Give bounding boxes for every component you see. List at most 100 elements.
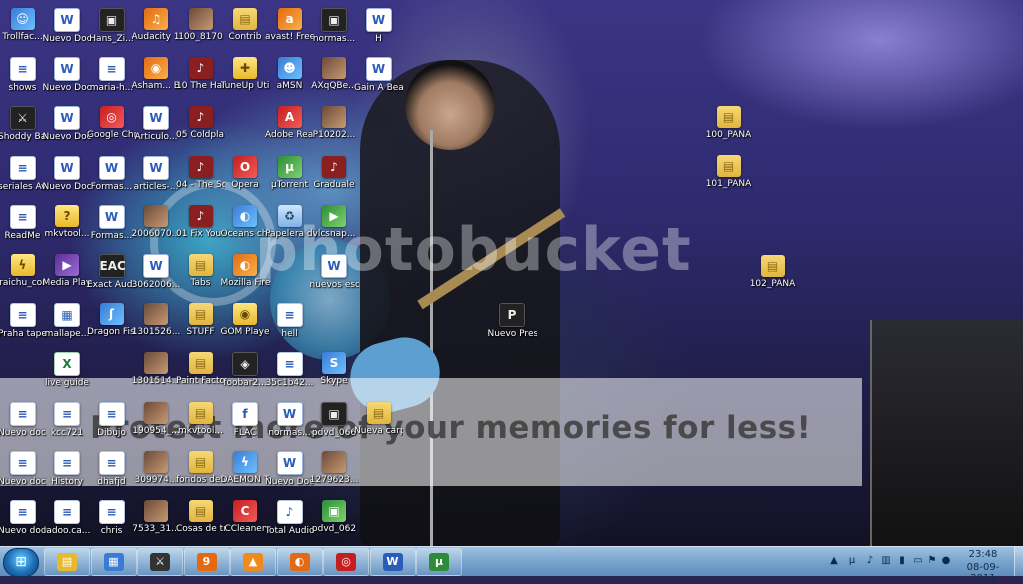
desktop-icon[interactable]: ≡ maria-h...: [87, 53, 136, 101]
desktop-icon[interactable]: AXqQBe...: [310, 53, 359, 101]
desktop-icon[interactable]: ☺ Trollfac...: [0, 4, 47, 52]
clipboard-icon[interactable]: ▥: [880, 555, 892, 567]
taskbar-chrome-button[interactable]: ◎: [323, 548, 369, 576]
desktop-icon[interactable]: ◎Google Chrome: [87, 102, 136, 150]
desktop-icon[interactable]: Wnormas...: [265, 398, 314, 446]
desktop-icon[interactable]: Warticles-...: [132, 152, 181, 200]
desktop-icon[interactable]: ≡ dhafjd: [87, 447, 136, 495]
volume-icon[interactable]: ♪: [864, 555, 876, 567]
desktop-icon[interactable]: 1301514...: [132, 348, 181, 396]
desktop-icon[interactable]: W Formas...: [87, 201, 136, 249]
desktop-folder-icon[interactable]: ▤ 100_PANA: [704, 102, 753, 150]
desktop-icon[interactable]: ▤ STUFF: [176, 299, 225, 347]
action-center-icon[interactable]: ⚑: [926, 555, 938, 567]
desktop-icon[interactable]: ♫ Audacity 1.3 Beta...: [132, 4, 181, 52]
desktop-icon[interactable]: ≡Praha tapers: [0, 299, 47, 347]
desktop-icon[interactable]: 2006070... Discurso...: [132, 201, 181, 249]
desktop-icon[interactable]: ≡seriales Avast: [0, 152, 47, 200]
desktop-icon[interactable]: ▤Nueva carpeta: [354, 398, 403, 446]
desktop-icon[interactable]: 1301526...: [132, 299, 181, 347]
desktop-icon[interactable]: 190954_...: [132, 398, 181, 446]
desktop-icon[interactable]: ♪05 Coldpla...: [176, 102, 225, 150]
desktop-icon[interactable]: ≡ Iadoo.ca...: [43, 496, 92, 544]
desktop-icon[interactable]: ▤Paint Factory: [176, 348, 225, 396]
desktop-icon[interactable]: ▤ Cosas de trabajo: [176, 496, 225, 544]
desktop-icon[interactable]: WNuevo Docum...: [43, 53, 92, 101]
taskbar-word-button[interactable]: W: [369, 548, 416, 576]
desktop-icon[interactable]: ☻ aMSN: [265, 53, 314, 101]
desktop-icon[interactable]: ♻Papelera de reci...: [265, 201, 314, 249]
desktop-icon[interactable]: WNuevo Docum...: [265, 447, 314, 495]
desktop-icon[interactable]: PNuevo Presenta...: [488, 299, 537, 347]
desktop-folder-icon[interactable]: ▤ 102_PANA: [748, 251, 797, 299]
desktop-icon[interactable]: W Articulo...: [132, 102, 181, 150]
desktop-icon[interactable]: WGain A Beautif...: [354, 53, 403, 101]
desktop-icon[interactable]: ▣ pdvd_066: [310, 398, 359, 446]
desktop-icon[interactable]: ≡Nuevo docume...: [0, 447, 47, 495]
desktop-icon[interactable]: ≡ History: [43, 447, 92, 495]
desktop-icon[interactable]: ▤fondos de escritorio: [176, 447, 225, 495]
desktop-icon[interactable]: ≡ 35c1b42...: [265, 348, 314, 396]
avast-tray-icon[interactable]: ●: [940, 555, 952, 567]
clock-time[interactable]: 23:48: [956, 549, 1010, 560]
desktop-icon[interactable]: ʃDragon Fist 3 - A...: [87, 299, 136, 347]
desktop-icon[interactable]: WNuevo Docum...: [43, 152, 92, 200]
desktop-icon[interactable]: ▣ normas...: [310, 4, 359, 52]
desktop-icon[interactable]: ≡ Dibujo: [87, 398, 136, 446]
desktop[interactable]: photobucket Protect more of your memorie…: [0, 0, 1023, 546]
start-button[interactable]: ⊞: [3, 548, 39, 577]
desktop-icon[interactable]: ♪ Total Audio C...: [265, 496, 314, 544]
desktop-icon[interactable]: ? mkvtool...: [43, 201, 92, 249]
desktop-icon[interactable]: ≡ shows: [0, 53, 47, 101]
taskbar-explorer-button[interactable]: ▤: [44, 548, 90, 576]
desktop-icon[interactable]: ◐Oceans change...: [221, 201, 270, 249]
desktop-icon[interactable]: W Formas...: [87, 152, 136, 200]
desktop-icon[interactable]: ▶ vlcsnap...: [310, 201, 359, 249]
desktop-icon[interactable]: µ µTorrent: [265, 152, 314, 200]
taskbar-utorrent-button[interactable]: µ: [416, 548, 462, 576]
desktop-icon[interactable]: ▦ mallape...: [43, 299, 92, 347]
desktop-icon[interactable]: f FLAC: [221, 398, 270, 446]
taskbar-app-9-button[interactable]: 9: [183, 548, 230, 576]
desktop-icon[interactable]: WNuevo Docum...: [43, 102, 92, 150]
desktop-icon[interactable]: ▣ pdvd_062: [310, 496, 359, 544]
desktop-icon[interactable]: 100_8170: [176, 4, 225, 52]
desktop-icon[interactable]: ◉Asham... Burning...: [132, 53, 181, 101]
power-icon[interactable]: ▭: [912, 555, 924, 567]
taskbar-vlc-button[interactable]: ▲: [230, 548, 276, 576]
desktop-icon[interactable]: P10202...: [310, 102, 359, 150]
show-desktop-button[interactable]: [1014, 547, 1023, 576]
desktop-icon[interactable]: ◐ Mozilla Firefox: [221, 250, 270, 298]
taskbar-control-panel-button[interactable]: ▦: [90, 548, 137, 576]
desktop-folder-icon[interactable]: ▤ 101_PANA: [704, 151, 753, 199]
desktop-icon[interactable]: ▤ Contrib: [221, 4, 270, 52]
desktop-icon[interactable]: ◉ GOM Player: [221, 299, 270, 347]
desktop-icon[interactable]: EAC Exact Aud...: [87, 250, 136, 298]
desktop-icon[interactable]: ♪ Graduale: [310, 152, 359, 200]
utorrent-tray-icon[interactable]: µ: [846, 555, 858, 567]
desktop-icon[interactable]: ≡ kcc721: [43, 398, 92, 446]
desktop-icon[interactable]: WNuevo Docum...: [43, 4, 92, 52]
desktop-icon[interactable]: ≡Nuevo docume...: [0, 496, 47, 544]
desktop-icon[interactable]: ≡ chris: [87, 496, 136, 544]
show-hidden-icons-icon[interactable]: ▲: [828, 555, 840, 567]
desktop-icon[interactable]: Xlive guide: [43, 348, 92, 396]
desktop-icon[interactable]: ≡ ReadMe: [0, 201, 47, 249]
desktop-icon[interactable]: 7533_31...: [132, 496, 181, 544]
network-icon[interactable]: ▮: [896, 555, 908, 567]
desktop-icon[interactable]: S Skype: [310, 348, 359, 396]
taskbar-firefox-button[interactable]: ◐: [276, 548, 323, 576]
desktop-icon[interactable]: ϟDAEMON Tools Lite: [221, 447, 270, 495]
desktop-icon[interactable]: AAdobe Reader 9: [265, 102, 314, 150]
desktop-icon[interactable]: ▶ Media Player ...: [43, 250, 92, 298]
desktop-icon[interactable]: 1279623...: [310, 447, 359, 495]
desktop-icon[interactable]: ▤ mkvtool...: [176, 398, 225, 446]
clock-date[interactable]: 08-09-2011: [956, 562, 1010, 584]
desktop-icon[interactable]: 309974...: [132, 447, 181, 495]
desktop-icon[interactable]: ≡ hell: [265, 299, 314, 347]
desktop-icon[interactable]: ϟ raichu_cor: [0, 250, 47, 298]
desktop-icon[interactable]: ≡Nuevo docume...: [0, 398, 47, 446]
desktop-icon[interactable]: ▤ Tabs: [176, 250, 225, 298]
desktop-icon[interactable]: Wnuevos escritos: [310, 250, 359, 298]
desktop-icon[interactable]: ♪01 Fix You (Edit): [176, 201, 225, 249]
